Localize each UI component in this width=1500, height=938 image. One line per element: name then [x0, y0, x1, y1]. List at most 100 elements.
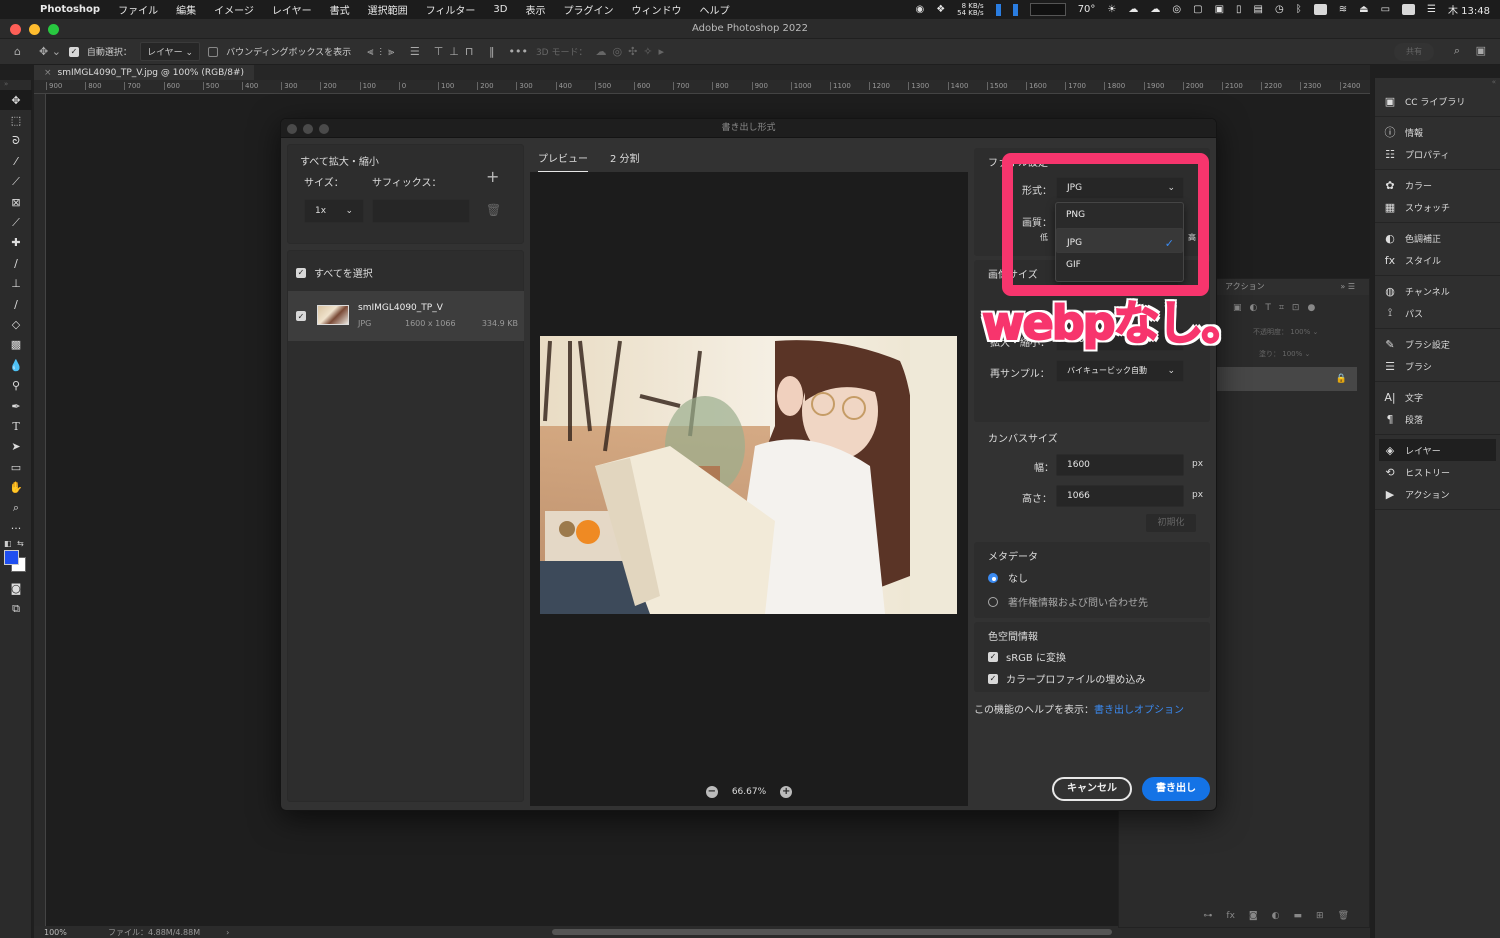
- menu-filter[interactable]: フィルター: [426, 2, 476, 17]
- stamp-tool[interactable]: ⊥: [0, 274, 32, 294]
- radio-none[interactable]: [988, 572, 998, 583]
- select-all[interactable]: ✓ すべてを選択: [296, 265, 373, 280]
- auto-select-checkbox[interactable]: ✓: [68, 46, 79, 57]
- quick-mask-icon[interactable]: ◙: [0, 579, 32, 599]
- trash-icon[interactable]: 🗑: [486, 203, 501, 217]
- workspace-icon[interactable]: ▣: [1476, 44, 1486, 57]
- trash-icon[interactable]: 🗑: [1338, 911, 1349, 921]
- format-option-png[interactable]: PNG: [1056, 203, 1183, 228]
- convert-srgb-option[interactable]: ✓ sRGB に変換: [988, 649, 1066, 664]
- layer-row[interactable]: 🔒: [1217, 367, 1357, 391]
- target-icon[interactable]: ◎: [1172, 4, 1181, 15]
- panel-item-adjustments[interactable]: ◐ 色調補正: [1375, 227, 1500, 249]
- cloud-icon[interactable]: ☁: [1128, 4, 1138, 15]
- status-expand-icon[interactable]: ›: [226, 928, 229, 937]
- add-scale-icon[interactable]: +: [486, 167, 499, 186]
- height-input[interactable]: 1066: [1056, 485, 1184, 507]
- panel-item-color[interactable]: ✿ カラー: [1375, 174, 1500, 196]
- tab-preview[interactable]: プレビュー: [538, 150, 588, 173]
- cloud-icon-2[interactable]: ☁: [1150, 4, 1160, 15]
- menu-edit[interactable]: 編集: [176, 2, 196, 17]
- zoom-level[interactable]: 100%: [44, 928, 94, 937]
- embed-profile-option[interactable]: ✓ カラープロファイルの埋め込み: [988, 671, 1145, 686]
- clock[interactable]: 木 13:48: [1448, 2, 1490, 17]
- menu-select[interactable]: 選択範囲: [368, 2, 408, 17]
- file-checkbox[interactable]: ✓: [296, 311, 306, 321]
- panel-item-layers[interactable]: ◈ レイヤー: [1379, 439, 1496, 461]
- dock-collapse-icon[interactable]: «: [1375, 78, 1500, 86]
- gradient-tool[interactable]: ▩: [0, 335, 32, 355]
- dialog-zoom-button[interactable]: [319, 124, 329, 134]
- search-icon[interactable]: ⌕: [1454, 44, 1460, 58]
- menu-plugins[interactable]: プラグイン: [563, 2, 613, 17]
- shield-icon[interactable]: ▢: [1193, 4, 1202, 15]
- panel-item-brush-settings[interactable]: ✎ ブラシ設定: [1375, 333, 1500, 355]
- slice-tool[interactable]: ⟋: [0, 172, 32, 192]
- panel-item-brushes[interactable]: ☰ ブラシ: [1375, 355, 1500, 377]
- brush-tool[interactable]: ∕: [0, 253, 32, 273]
- align-icons[interactable]: ⫷⫶⫸ ☰: [367, 45, 426, 59]
- panel-item-properties[interactable]: ☷ プロパティ: [1375, 143, 1500, 165]
- dialog-close-button[interactable]: [287, 124, 297, 134]
- metadata-option-copyright[interactable]: 著作権情報および問い合わせ先: [988, 594, 1148, 609]
- panel-item-styles[interactable]: fx スタイル: [1375, 249, 1500, 271]
- battery-icon[interactable]: ▭: [1381, 4, 1390, 15]
- new-layer-icon[interactable]: ⊞: [1316, 911, 1324, 921]
- marquee-tool[interactable]: ⬚: [0, 110, 32, 130]
- menu-app-name[interactable]: Photoshop: [40, 4, 100, 15]
- file-list-item[interactable]: ✓ smIMGL4090_TP_V JPG 1600 x 1066 334.9 …: [288, 291, 524, 341]
- format-dropdown[interactable]: JPG ⌄: [1056, 177, 1184, 199]
- hand-tool[interactable]: ✋: [0, 477, 32, 497]
- radio-copyright[interactable]: [988, 596, 998, 607]
- pen-tool[interactable]: ✒: [0, 396, 32, 416]
- home-icon[interactable]: ⌂: [14, 45, 21, 58]
- screen-mode-icon[interactable]: ⧉: [0, 599, 32, 619]
- swap-colors-icon[interactable]: ⇆: [17, 539, 24, 548]
- more-options-icon[interactable]: •••: [508, 45, 527, 58]
- time-machine-icon[interactable]: ◷: [1275, 4, 1284, 15]
- more-tools-icon[interactable]: ···: [0, 518, 32, 538]
- sync-icon[interactable]: ▤: [1254, 4, 1263, 15]
- zoom-tool[interactable]: ⌕: [0, 498, 32, 518]
- width-input[interactable]: 1600: [1056, 454, 1184, 476]
- type-tool[interactable]: T: [0, 416, 32, 436]
- layer-panel-tab[interactable]: アクション: [1225, 282, 1265, 291]
- panel-menu-icon[interactable]: » ☰: [1340, 279, 1355, 295]
- fx-icon[interactable]: fx: [1226, 911, 1235, 921]
- mask-icon[interactable]: ◙: [1249, 911, 1258, 921]
- panel-item-cc-library[interactable]: ▣ CC ライブラリ: [1375, 90, 1500, 112]
- size-dropdown[interactable]: 1x ⌄: [304, 199, 364, 223]
- creative-cloud-icon[interactable]: ◉: [915, 4, 924, 15]
- move-tool[interactable]: ✥: [0, 90, 32, 111]
- control-center-icon[interactable]: ☰: [1427, 4, 1436, 15]
- panel-item-character[interactable]: A| 文字: [1375, 386, 1500, 408]
- healing-tool[interactable]: ✚: [0, 233, 32, 253]
- format-option-gif[interactable]: GIF: [1056, 253, 1183, 278]
- menu-window[interactable]: ウィンドウ: [631, 2, 681, 17]
- eraser-tool[interactable]: ◇: [0, 314, 32, 334]
- weather-icon[interactable]: ☀: [1107, 4, 1116, 15]
- folder-icon[interactable]: ▬: [1294, 911, 1303, 921]
- menu-view[interactable]: 表示: [525, 2, 545, 17]
- blur-tool[interactable]: 💧: [0, 355, 32, 375]
- metadata-option-none[interactable]: なし: [988, 570, 1028, 585]
- panel-item-swatches[interactable]: ▦ スウォッチ: [1375, 196, 1500, 218]
- menu-image[interactable]: イメージ: [214, 2, 254, 17]
- phone-icon[interactable]: ▯: [1236, 4, 1242, 15]
- zoom-in-button[interactable]: +: [780, 786, 793, 798]
- menu-file[interactable]: ファイル: [118, 2, 158, 17]
- dialog-minimize-button[interactable]: [303, 124, 313, 134]
- resample-dropdown[interactable]: バイキュービック自動 ⌄: [1056, 360, 1184, 382]
- document-tab[interactable]: × smIMGL4090_TP_V.jpg @ 100% (RGB/8#): [34, 65, 255, 80]
- panel-item-channels[interactable]: ◍ チャンネル: [1375, 280, 1500, 302]
- notification-icon[interactable]: ▣: [1215, 4, 1224, 15]
- horizontal-scrollbar[interactable]: [552, 929, 1112, 935]
- zoom-out-button[interactable]: −: [705, 786, 718, 798]
- panel-item-info[interactable]: ⓘ 情報: [1375, 121, 1500, 143]
- eject-icon[interactable]: ⏏: [1359, 4, 1368, 15]
- move-tool-icon[interactable]: ✥ ⌄: [39, 45, 61, 58]
- path-select-tool[interactable]: ➤: [0, 437, 32, 457]
- fill-value[interactable]: 100%: [1282, 350, 1302, 358]
- distribute-icons[interactable]: ⊤⊥⊓ ‖: [434, 45, 501, 58]
- dodge-tool[interactable]: ⚲: [0, 375, 32, 395]
